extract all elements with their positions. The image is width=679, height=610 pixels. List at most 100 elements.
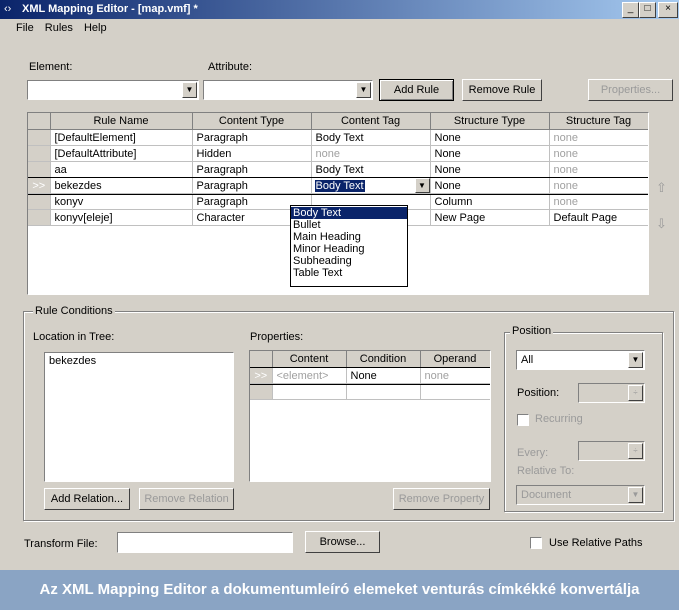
tree-item[interactable]: bekezdes bbox=[49, 355, 229, 367]
rule-name-cell[interactable]: bekezdes bbox=[50, 177, 193, 194]
row-header-corner bbox=[250, 351, 273, 368]
dropdown-option[interactable]: Body Text bbox=[291, 207, 407, 219]
properties-button[interactable]: Properties... bbox=[588, 79, 673, 101]
content-type-cell[interactable]: Paragraph bbox=[192, 161, 312, 178]
structure-type-cell[interactable]: New Page bbox=[430, 209, 550, 226]
col-content[interactable]: Content bbox=[272, 351, 347, 368]
position-spinner[interactable]: ÷ bbox=[578, 383, 645, 403]
spinner-arrows-icon[interactable]: ÷ bbox=[628, 443, 643, 459]
col-structure-tag[interactable]: Structure Tag bbox=[549, 113, 648, 130]
col-structure-type[interactable]: Structure Type bbox=[430, 113, 550, 130]
move-up-icon[interactable]: ⇧ bbox=[656, 180, 667, 196]
table-row[interactable]: [DefaultElement] Paragraph Body Text Non… bbox=[28, 129, 648, 146]
rule-name-cell[interactable]: konyv bbox=[50, 193, 193, 210]
maximize-button[interactable]: □ bbox=[639, 2, 656, 18]
recurring-checkbox[interactable] bbox=[517, 414, 529, 426]
chevron-down-icon[interactable]: ▼ bbox=[182, 82, 197, 98]
content-type-cell[interactable]: Paragraph bbox=[192, 129, 312, 146]
content-cell[interactable] bbox=[272, 383, 347, 400]
chevron-down-icon[interactable]: ▼ bbox=[628, 487, 643, 503]
relative-to-select[interactable]: Document ▼ bbox=[516, 485, 645, 505]
content-type-cell[interactable]: Paragraph bbox=[192, 177, 312, 194]
content-cell[interactable]: <element> bbox=[272, 367, 347, 384]
col-rule-name[interactable]: Rule Name bbox=[50, 113, 193, 130]
menu-help[interactable]: Help bbox=[84, 22, 107, 34]
condition-cell[interactable] bbox=[346, 383, 421, 400]
table-row-selected[interactable]: >> bekezdes Paragraph Body Text ▼ None n… bbox=[28, 176, 648, 195]
every-label: Every: bbox=[517, 447, 549, 459]
recurring-label: Recurring bbox=[535, 413, 583, 425]
dropdown-option[interactable]: Bullet bbox=[291, 219, 407, 231]
table-row-selected[interactable]: >> <element> None none bbox=[250, 366, 490, 385]
every-spinner[interactable]: ÷ bbox=[578, 441, 645, 461]
dropdown-option[interactable]: Table Text bbox=[291, 267, 407, 279]
structure-tag-cell[interactable]: none bbox=[549, 193, 648, 210]
properties-table: Content Condition Operand >> <element> N… bbox=[249, 350, 491, 482]
title-bar: ‹› XML Mapping Editor - [map.vmf] * _ □ … bbox=[0, 0, 679, 19]
row-marker bbox=[28, 193, 51, 210]
dropdown-option[interactable]: Minor Heading bbox=[291, 243, 407, 255]
add-rule-button[interactable]: Add Rule bbox=[379, 79, 454, 101]
transform-file-input[interactable] bbox=[117, 532, 293, 553]
content-tag-combo[interactable]: Body Text ▼ bbox=[311, 177, 431, 194]
table-row[interactable] bbox=[250, 383, 490, 400]
structure-type-cell[interactable]: None bbox=[430, 145, 550, 162]
chevron-down-icon[interactable]: ▼ bbox=[414, 178, 429, 193]
structure-tag-cell[interactable]: none bbox=[549, 161, 648, 178]
content-tag-cell[interactable]: Body Text bbox=[311, 161, 431, 178]
window-title: XML Mapping Editor - [map.vmf] * bbox=[22, 3, 198, 15]
use-relative-paths-checkbox[interactable] bbox=[530, 537, 542, 549]
rule-name-cell[interactable]: konyv[eleje] bbox=[50, 209, 193, 226]
content-tag-cell[interactable]: none bbox=[311, 145, 431, 162]
rule-conditions-label: Rule Conditions bbox=[33, 305, 115, 317]
rule-name-cell[interactable]: [DefaultElement] bbox=[50, 129, 193, 146]
row-marker bbox=[28, 161, 51, 178]
dropdown-option[interactable]: Main Heading bbox=[291, 231, 407, 243]
remove-rule-button[interactable]: Remove Rule bbox=[462, 79, 542, 101]
content-tag-dropdown-list: Body Text Bullet Main Heading Minor Head… bbox=[290, 205, 408, 287]
structure-tag-cell[interactable]: none bbox=[549, 129, 648, 146]
col-content-tag[interactable]: Content Tag bbox=[311, 113, 431, 130]
move-down-icon[interactable]: ⇩ bbox=[656, 216, 667, 232]
table-row[interactable]: aa Paragraph Body Text None none bbox=[28, 161, 648, 178]
structure-type-cell[interactable]: None bbox=[430, 161, 550, 178]
add-relation-button[interactable]: Add Relation... bbox=[44, 488, 130, 510]
structure-tag-cell[interactable]: none bbox=[549, 177, 648, 194]
element-label: Element: bbox=[29, 61, 73, 73]
col-content-type[interactable]: Content Type bbox=[192, 113, 312, 130]
menu-rules[interactable]: Rules bbox=[45, 22, 73, 34]
position-field-label: Position: bbox=[517, 387, 560, 399]
attribute-select[interactable]: ▼ bbox=[203, 80, 373, 100]
condition-cell[interactable]: None bbox=[346, 367, 421, 384]
remove-relation-button[interactable]: Remove Relation bbox=[139, 488, 234, 510]
row-marker bbox=[28, 209, 51, 226]
menu-file[interactable]: File bbox=[16, 22, 34, 34]
chevron-down-icon[interactable]: ▼ bbox=[628, 352, 643, 368]
close-button[interactable]: × bbox=[658, 2, 678, 18]
structure-type-cell[interactable]: None bbox=[430, 177, 550, 194]
dropdown-option[interactable]: Subheading bbox=[291, 255, 407, 267]
rule-name-cell[interactable]: [DefaultAttribute] bbox=[50, 145, 193, 162]
structure-tag-cell[interactable]: Default Page bbox=[549, 209, 648, 226]
position-select[interactable]: All ▼ bbox=[516, 350, 645, 370]
content-tag-cell[interactable]: Body Text bbox=[311, 129, 431, 146]
location-tree[interactable]: bekezdes bbox=[44, 352, 234, 482]
minimize-button[interactable]: _ bbox=[622, 2, 639, 18]
remove-property-button[interactable]: Remove Property bbox=[393, 488, 490, 510]
operand-cell[interactable] bbox=[420, 383, 490, 400]
content-type-cell[interactable]: Hidden bbox=[192, 145, 312, 162]
position-group-label: Position bbox=[510, 325, 554, 337]
table-row[interactable]: [DefaultAttribute] Hidden none None none bbox=[28, 145, 648, 162]
rule-name-cell[interactable]: aa bbox=[50, 161, 193, 178]
element-select[interactable]: ▼ bbox=[27, 80, 199, 100]
col-condition[interactable]: Condition bbox=[346, 351, 421, 368]
browse-button[interactable]: Browse... bbox=[305, 531, 380, 553]
chevron-down-icon[interactable]: ▼ bbox=[356, 82, 371, 98]
operand-cell[interactable]: none bbox=[420, 367, 490, 384]
use-relative-paths-label: Use Relative Paths bbox=[549, 537, 643, 549]
structure-type-cell[interactable]: Column bbox=[430, 193, 550, 210]
spinner-arrows-icon[interactable]: ÷ bbox=[628, 385, 643, 401]
structure-type-cell[interactable]: None bbox=[430, 129, 550, 146]
col-operand[interactable]: Operand bbox=[420, 351, 490, 368]
structure-tag-cell[interactable]: none bbox=[549, 145, 648, 162]
